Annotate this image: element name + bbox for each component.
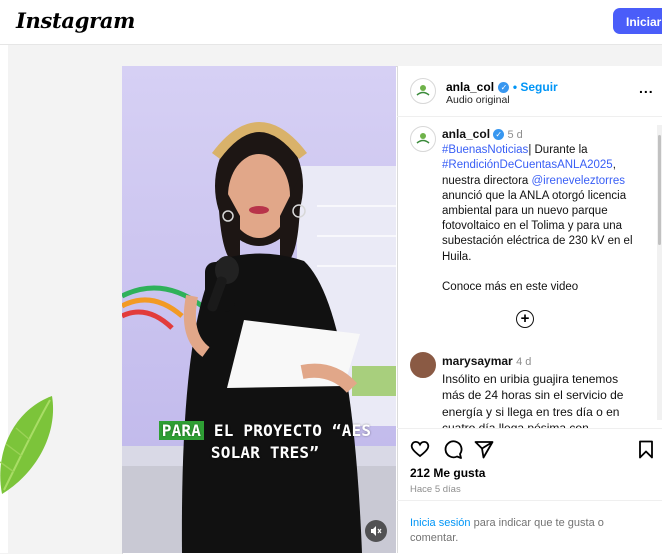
verified-badge-icon: ✓ [498,82,510,93]
reel-video[interactable] [122,66,396,553]
caption-highlight: PARA [158,421,205,440]
bookmark-icon[interactable] [638,440,654,463]
more-options-icon[interactable]: ... [639,80,654,96]
mute-icon[interactable] [365,520,387,542]
caption-time[interactable]: 5 d [507,129,522,141]
comment-text: Insólito en uribia guajira tenemos más d… [442,371,624,429]
header-separator: • [509,80,521,94]
verified-badge-icon: ✓ [493,129,505,140]
comment-time[interactable]: 4 d [516,356,531,368]
video-caption: PARA EL PROYECTO “AES SOLAR TRES” [150,420,380,464]
likes-count[interactable]: 212 Me gusta [410,466,485,480]
login-link[interactable]: Inicia sesión [410,517,471,529]
audio-label[interactable]: Audio original [446,94,510,106]
comment-icon[interactable] [443,440,463,463]
commenter-avatar[interactable] [410,352,436,378]
instagram-logo[interactable]: Instagram [16,8,135,33]
caption-text-5: Conoce más en este video [442,281,579,294]
caption-text-4: anunció que la ANLA otorgó licencia ambi… [442,189,633,263]
commenter-username[interactable]: marysaymar [442,354,513,368]
caption-text: anla_col ✓ 5 d #BuenasNoticias| Durante … [442,127,642,295]
caption-username[interactable]: anla_col [442,127,490,141]
caption-text-2: , [612,159,616,172]
caption-line1: EL PROYECTO “AES [204,421,372,440]
leaf-decoration [0,392,58,496]
hashtag-link[interactable]: #RendiciónDeCuentasANLA2025 [442,159,613,171]
caption-text-3: nuestra directora [442,174,532,187]
account-avatar[interactable] [410,78,436,104]
login-prompt: Inicia sesión para indicar que te gusta … [410,516,650,546]
caption-text-1: | Durante la [528,144,588,157]
heart-icon[interactable] [410,440,430,462]
top-navigation-bar: Instagram Iniciar s [0,0,662,45]
caption-line2: SOLAR TRES” [210,443,320,462]
hashtag-link[interactable]: #BuenasNoticias [442,144,528,156]
follow-button[interactable]: Seguir [520,80,557,94]
post-age[interactable]: Hace 5 días [410,484,461,495]
scrollbar-thumb[interactable] [658,135,661,245]
header-username[interactable]: anla_col [446,80,494,94]
share-icon[interactable] [474,440,494,463]
mention-link[interactable]: @ireneveleztorres [532,175,626,187]
caption-avatar[interactable] [410,126,436,152]
user-comment: marysaymar 4 d Insólito en uribia guajir… [442,353,642,428]
plus-circle-icon[interactable]: + [516,310,534,328]
login-button[interactable]: Iniciar s [613,8,662,34]
